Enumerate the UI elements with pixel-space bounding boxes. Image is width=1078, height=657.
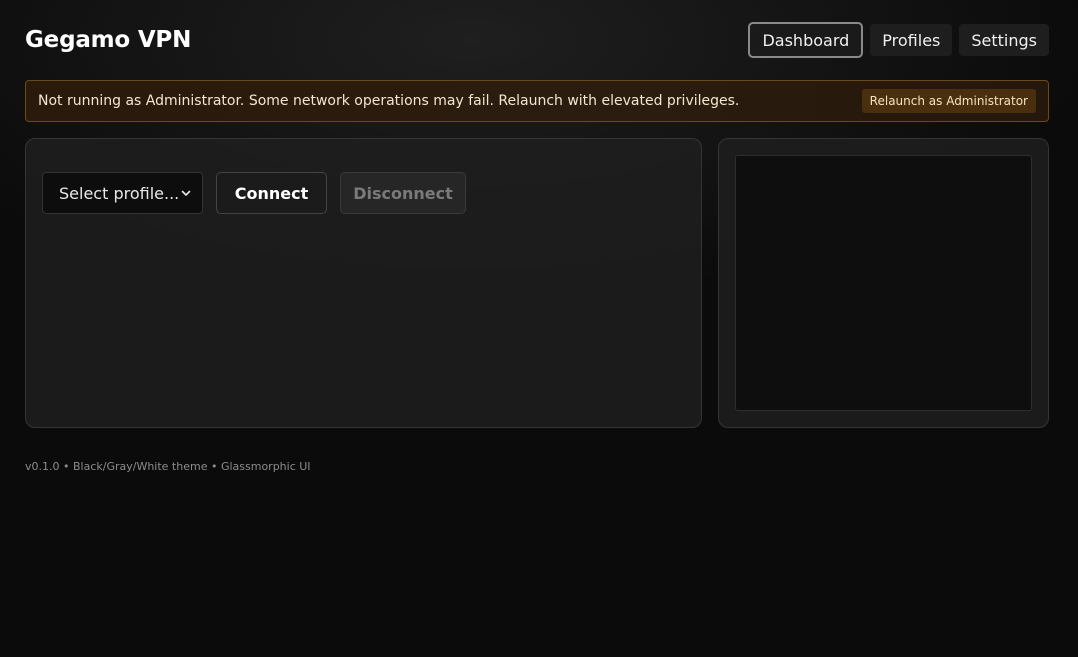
chevron-down-icon [180,187,192,199]
admin-warning-banner: Not running as Administrator. Some netwo… [25,80,1049,122]
top-nav: Dashboard Profiles Settings [748,22,1049,58]
app-title: Gegamo VPN [25,27,192,53]
admin-warning-message: Not running as Administrator. Some netwo… [38,93,740,109]
tab-profiles[interactable]: Profiles [870,24,953,56]
log-output[interactable] [735,155,1032,411]
status-panel [718,138,1049,428]
relaunch-as-admin-button[interactable]: Relaunch as Administrator [861,89,1036,113]
connect-button[interactable]: Connect [216,172,327,214]
profile-select[interactable]: Select profile... [42,172,203,214]
tab-dashboard[interactable]: Dashboard [748,22,864,58]
connection-controls: Select profile... Connect Disconnect [42,172,466,214]
profile-select-value: Select profile... [59,183,180,203]
footer-version-info: v0.1.0 • Black/Gray/White theme • Glassm… [25,460,311,473]
connection-panel: Select profile... Connect Disconnect [25,138,702,428]
tab-settings[interactable]: Settings [959,24,1049,56]
disconnect-button[interactable]: Disconnect [340,172,466,214]
